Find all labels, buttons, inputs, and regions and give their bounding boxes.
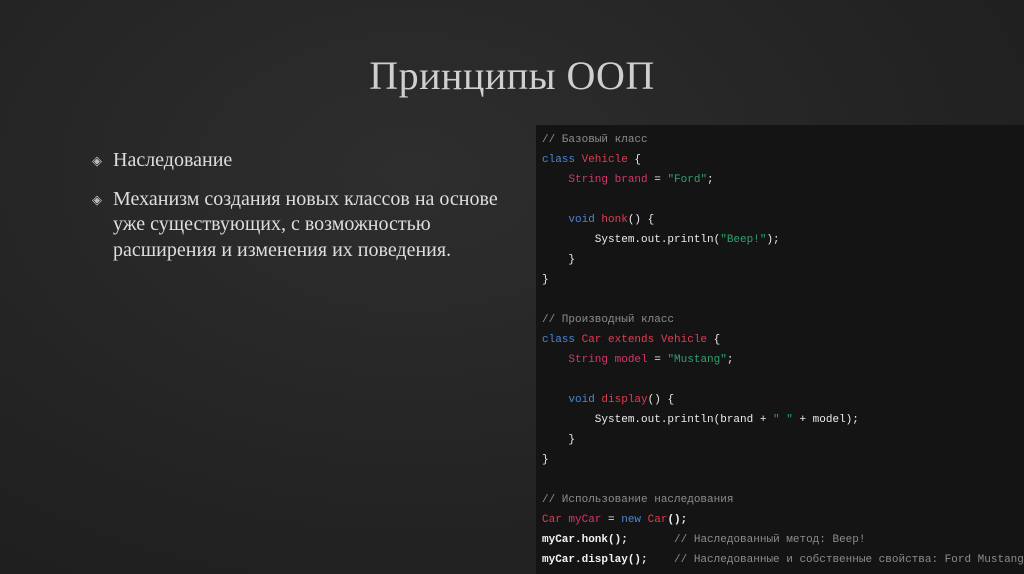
code-line: } — [542, 270, 549, 290]
code-token-keyword: class — [542, 154, 582, 166]
code-token-class: Vehicle — [581, 154, 628, 166]
code-line: String model = "Mustang"; — [542, 350, 733, 370]
code-line: String brand = "Ford"; — [542, 170, 714, 190]
code-block: // Базовый класс class Vehicle { String b… — [536, 125, 1024, 574]
bullet-item: ◈ Механизм создания новых классов на осн… — [88, 187, 508, 264]
bullet-list: ◈ Наследование ◈ Механизм создания новых… — [88, 148, 508, 276]
code-token-class: Car — [647, 514, 668, 526]
code-token-plain: ; — [707, 174, 714, 186]
code-token-plain: = — [601, 514, 622, 526]
bullet-item: ◈ Наследование — [88, 148, 508, 174]
code-token-type: String brand — [568, 174, 648, 186]
code-token-plain: } — [542, 434, 576, 446]
code-token-type: String model — [568, 354, 648, 366]
code-token-plain: System.out.println(brand + — [542, 414, 774, 426]
code-token-plain: { — [627, 154, 642, 166]
code-token-class: honk — [601, 214, 628, 226]
code-line: // Производный класс — [542, 310, 674, 330]
diamond-bullet-icon: ◈ — [92, 153, 102, 168]
bullet-text: Наследование — [113, 149, 233, 171]
code-line: myCar.display(); // Наследованные и собс… — [542, 550, 1024, 570]
code-line: System.out.println("Beep!"); — [542, 230, 780, 250]
code-token-plain: + model); — [792, 414, 859, 426]
code-line: class Car extends Vehicle { — [542, 330, 720, 350]
code-token-plain: { — [707, 334, 721, 346]
code-line: void honk() { — [542, 210, 654, 230]
code-token-plain: = — [647, 174, 668, 186]
code-line: Car myCar = new Car(); — [542, 510, 687, 530]
code-token-keyword: class — [542, 334, 582, 346]
code-line: class Vehicle { — [542, 150, 641, 170]
code-token-string: "Beep!" — [720, 234, 767, 246]
code-token-class: Car — [542, 514, 569, 526]
code-token-plain: = — [647, 354, 668, 366]
code-line: myCar.honk(); // Наследованный метод: Be… — [542, 530, 865, 550]
code-token-comment: // Производный класс — [542, 314, 675, 326]
code-line: // Базовый класс — [542, 130, 648, 150]
code-line: } — [542, 450, 549, 470]
code-token-comment: // Наследованные и собственные свойства:… — [674, 554, 1024, 566]
bullet-text: Механизм создания новых классов на основ… — [113, 187, 498, 261]
code-token-plain: ); — [766, 234, 780, 246]
code-token-keyword: new — [621, 514, 648, 526]
code-token-plain: } — [542, 454, 549, 466]
code-token-bold: (); — [667, 514, 688, 526]
code-token-bold: myCar.display(); — [542, 554, 648, 566]
code-token-string: " " — [773, 414, 793, 426]
code-token-bold: myCar.honk(); — [542, 534, 628, 546]
code-token-class: Car extends Vehicle — [581, 334, 708, 346]
code-token-comment: // Использование наследования — [542, 494, 734, 506]
code-token-type: myCar — [568, 514, 602, 526]
code-token-plain: () { — [627, 214, 655, 226]
code-token-string: "Mustang" — [667, 354, 727, 366]
code-token-plain: ; — [726, 354, 734, 366]
code-token-class: display — [601, 394, 648, 406]
code-token-plain: System.out.println( — [542, 234, 721, 246]
code-line: // Использование наследования — [542, 490, 733, 510]
slide-title: Принципы ООП — [369, 53, 655, 98]
code-token-comment: // Наследованный метод: Beep! — [674, 534, 866, 546]
code-token-plain: } — [542, 274, 549, 286]
code-token-keyword: void — [568, 394, 602, 406]
code-token-comment: // Базовый класс — [542, 134, 648, 146]
code-line: System.out.println(brand + " " + model); — [542, 410, 859, 430]
code-line: } — [542, 250, 575, 270]
code-token-string: "Ford" — [667, 174, 708, 186]
code-token-keyword: void — [568, 214, 602, 226]
diamond-bullet-icon: ◈ — [92, 191, 102, 207]
code-token-plain: () { — [647, 394, 675, 406]
code-line: void display() { — [542, 390, 674, 410]
code-line: } — [542, 430, 575, 450]
code-token-plain: } — [542, 254, 576, 266]
